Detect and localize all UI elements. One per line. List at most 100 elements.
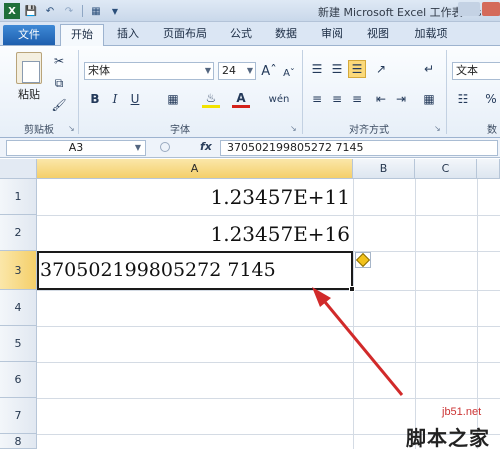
row-header-2[interactable]: 2: [0, 215, 37, 251]
site-watermark: jb51.net 脚本之家: [398, 402, 500, 449]
font-color-icon[interactable]: A: [232, 90, 250, 108]
borders-icon[interactable]: ▦: [164, 90, 182, 108]
row-header-7[interactable]: 7: [0, 398, 37, 434]
number-group-label: 数: [487, 125, 497, 136]
tab-data[interactable]: 数据: [268, 24, 304, 46]
font-size-combo[interactable]: 24 ▼: [218, 62, 256, 80]
save-icon[interactable]: 💾: [23, 3, 39, 19]
cut-icon[interactable]: ✂: [50, 52, 68, 70]
tab-review[interactable]: 审阅: [314, 24, 350, 46]
close-button[interactable]: [482, 2, 500, 16]
paste-button-label[interactable]: 粘贴: [12, 86, 46, 102]
cell-a2[interactable]: 1.23457E+16: [40, 222, 350, 246]
bold-icon[interactable]: B: [86, 90, 104, 108]
clipboard-launcher-icon[interactable]: ↘: [68, 124, 75, 133]
align-left-icon[interactable]: ≡: [308, 90, 326, 108]
font-name-value: 宋体: [88, 64, 110, 77]
grid-line: [37, 215, 500, 216]
grid-line: [37, 290, 500, 291]
row-header-8[interactable]: 8: [0, 434, 37, 449]
quick-access-toolbar: X 💾 ↶ ↷ ▦ ▼: [4, 3, 123, 19]
orientation-icon[interactable]: ↗: [372, 60, 390, 78]
row-header-5[interactable]: 5: [0, 326, 37, 362]
cell-a1[interactable]: 1.23457E+11: [40, 185, 350, 209]
formula-bar: A3 ▼ fx 370502199805272 7145: [0, 138, 500, 158]
grid-line: [353, 179, 354, 449]
name-box[interactable]: A3 ▼: [6, 140, 146, 156]
tab-file[interactable]: 文件: [3, 25, 55, 45]
align-middle-icon[interactable]: ☰: [328, 60, 346, 78]
alignment-group-label: 对齐方式: [349, 125, 389, 136]
fill-color-icon[interactable]: ♨: [202, 90, 220, 108]
row-header-6[interactable]: 6: [0, 362, 37, 398]
formula-input[interactable]: 370502199805272 7145: [220, 140, 498, 156]
format-painter-icon[interactable]: 🖌: [50, 96, 68, 114]
percent-icon[interactable]: %: [482, 90, 500, 108]
grid-line: [37, 362, 500, 363]
clipboard-group-label: 剪贴板: [24, 125, 54, 136]
column-header-b[interactable]: B: [353, 159, 415, 179]
tab-home[interactable]: 开始: [60, 24, 104, 46]
cancel-formula-icon[interactable]: [160, 142, 170, 152]
fill-handle[interactable]: [349, 286, 355, 292]
redo-icon[interactable]: ↷: [61, 3, 77, 19]
accounting-format-icon[interactable]: ☷: [454, 90, 472, 108]
decrease-indent-icon[interactable]: ⇤: [372, 90, 390, 108]
font-launcher-icon[interactable]: ↘: [290, 124, 297, 133]
chevron-down-icon: ▼: [204, 66, 211, 75]
merge-center-icon[interactable]: ▦: [420, 90, 438, 108]
alignment-launcher-icon[interactable]: ↘: [434, 124, 441, 133]
grid-line: [37, 398, 500, 399]
font-name-combo[interactable]: 宋体 ▼: [84, 62, 214, 80]
row-header-3[interactable]: 3: [0, 251, 37, 290]
number-format-value: 文本: [456, 64, 478, 77]
qat-separator: [82, 5, 83, 17]
increase-indent-icon[interactable]: ⇥: [392, 90, 410, 108]
align-bottom-icon[interactable]: ☰: [348, 60, 366, 78]
align-center-icon[interactable]: ≡: [328, 90, 346, 108]
paste-icon[interactable]: [16, 52, 42, 84]
undo-icon[interactable]: ↶: [42, 3, 58, 19]
tab-addins[interactable]: 加载项: [406, 24, 456, 46]
tab-insert[interactable]: 插入: [110, 24, 146, 46]
wrap-text-icon[interactable]: ↵: [420, 60, 438, 78]
align-top-icon[interactable]: ☰: [308, 60, 326, 78]
cell-selection-outline: [37, 251, 353, 290]
group-separator: [302, 50, 303, 134]
minimize-button[interactable]: [458, 2, 480, 16]
title-bar: X 💾 ↶ ↷ ▦ ▼ 新建 Microsoft Excel 工作表.xls -…: [0, 0, 500, 22]
underline-icon[interactable]: U: [126, 90, 144, 108]
group-separator: [78, 50, 79, 134]
ribbon: 粘贴 ✂ ⧉ 🖌 剪贴板 ↘ 宋体 ▼ 24 ▼ Aˆ Aˇ B I U ▦ ♨…: [0, 46, 500, 138]
customize-qat-icon[interactable]: ▼: [107, 3, 123, 19]
column-header-c[interactable]: C: [415, 159, 477, 179]
table-icon[interactable]: ▦: [88, 3, 104, 19]
tab-formulas[interactable]: 公式: [224, 24, 258, 46]
insert-function-icon[interactable]: fx: [200, 140, 212, 153]
name-box-value: A3: [68, 141, 84, 154]
grow-font-icon[interactable]: Aˆ: [260, 62, 278, 80]
phonetic-icon[interactable]: wén: [269, 90, 290, 108]
error-checking-warning-icon[interactable]: [355, 252, 371, 268]
watermark-site: jb51.net: [442, 406, 482, 418]
ribbon-tabs: 文件 开始 插入 页面布局 公式 数据 审阅 视图 加载项: [0, 22, 500, 46]
align-right-icon[interactable]: ≡: [348, 90, 366, 108]
group-separator: [446, 50, 447, 134]
copy-icon[interactable]: ⧉: [50, 74, 68, 92]
row-header-1[interactable]: 1: [0, 179, 37, 215]
tab-view[interactable]: 视图: [360, 24, 396, 46]
font-group-label: 字体: [170, 125, 190, 136]
grid-line: [37, 326, 500, 327]
excel-logo-icon: X: [4, 3, 20, 19]
watermark-name: 脚本之家: [406, 426, 490, 449]
tab-page-layout[interactable]: 页面布局: [156, 24, 214, 46]
row-header-4[interactable]: 4: [0, 290, 37, 326]
select-all-corner[interactable]: [0, 159, 37, 179]
column-header-a[interactable]: A: [37, 159, 353, 179]
number-format-combo[interactable]: 文本: [452, 62, 500, 80]
font-size-value: 24: [222, 64, 236, 77]
column-header-partial[interactable]: [477, 159, 500, 179]
chevron-down-icon: ▼: [134, 143, 141, 152]
italic-icon[interactable]: I: [106, 90, 124, 108]
shrink-font-icon[interactable]: Aˇ: [280, 64, 298, 82]
